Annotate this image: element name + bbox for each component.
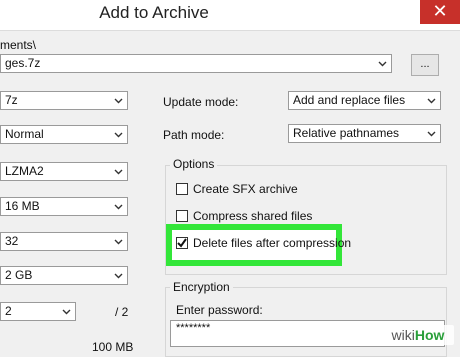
chevron-down-icon — [62, 309, 71, 315]
chevron-down-icon — [114, 98, 123, 104]
enter-password-label: Enter password: — [176, 303, 263, 317]
wikihow-watermark: wikiHow — [382, 325, 454, 345]
cpu-threads-value: 2 — [5, 304, 12, 318]
delete-after-compression-checkbox[interactable] — [176, 237, 188, 249]
chevron-down-icon — [427, 131, 436, 137]
watermark-how: How — [414, 327, 445, 343]
solid-block-size-value: 2 GB — [5, 268, 33, 282]
update-mode-label: Update mode: — [163, 95, 239, 109]
dictionary-size-select[interactable]: 16 MB — [0, 197, 128, 216]
title-bar: Add to Archive ✕ — [0, 0, 460, 31]
delete-after-compression-label: Delete files after compression — [193, 236, 352, 250]
watermark-wiki: wiki — [391, 327, 415, 343]
create-sfx-checkbox[interactable] — [176, 183, 188, 195]
compression-method-select[interactable]: LZMA2 — [0, 162, 128, 181]
archive-name-value: ges.7z — [5, 56, 41, 70]
memory-usage-value: 100 MB — [92, 340, 134, 354]
cpu-threads-select[interactable]: 2 — [0, 302, 76, 321]
path-mode-label: Path mode: — [163, 128, 225, 142]
compression-level-value: Normal — [5, 127, 44, 141]
encryption-group-title: Encryption — [170, 280, 233, 294]
compression-level-select[interactable]: Normal — [0, 125, 128, 144]
create-sfx-label: Create SFX archive — [193, 182, 298, 196]
update-mode-value: Add and replace files — [293, 93, 406, 107]
update-mode-select[interactable]: Add and replace files — [288, 91, 441, 110]
cpu-threads-total: / 2 — [115, 305, 129, 319]
archive-format-select[interactable]: 7z — [0, 91, 128, 110]
archive-path-label: ments\ — [0, 38, 37, 52]
archive-name-combobox[interactable]: ges.7z — [0, 54, 392, 73]
path-mode-select[interactable]: Relative pathnames — [288, 124, 441, 143]
path-mode-value: Relative pathnames — [293, 126, 400, 140]
browse-button[interactable]: ... — [411, 54, 439, 76]
archive-format-value: 7z — [5, 93, 18, 107]
dictionary-size-value: 16 MB — [5, 199, 40, 213]
solid-block-size-select[interactable]: 2 GB — [0, 266, 128, 285]
chevron-down-icon — [427, 98, 436, 104]
chevron-down-icon — [378, 61, 387, 67]
word-size-select[interactable]: 32 — [0, 232, 128, 251]
checkmark-icon — [177, 238, 187, 248]
close-button[interactable]: ✕ — [420, 0, 460, 24]
chevron-down-icon — [114, 273, 123, 279]
password-value: ******** — [176, 322, 211, 334]
word-size-value: 32 — [5, 234, 19, 248]
compress-shared-checkbox[interactable] — [176, 210, 188, 222]
compression-method-value: LZMA2 — [5, 164, 44, 178]
compress-shared-label: Compress shared files — [193, 209, 313, 223]
chevron-down-icon — [114, 204, 123, 210]
options-group-title: Options — [170, 157, 218, 171]
chevron-down-icon — [114, 132, 123, 138]
chevron-down-icon — [114, 169, 123, 175]
chevron-down-icon — [114, 239, 123, 245]
close-icon: ✕ — [432, 1, 448, 21]
window-title: Add to Archive — [99, 3, 209, 22]
